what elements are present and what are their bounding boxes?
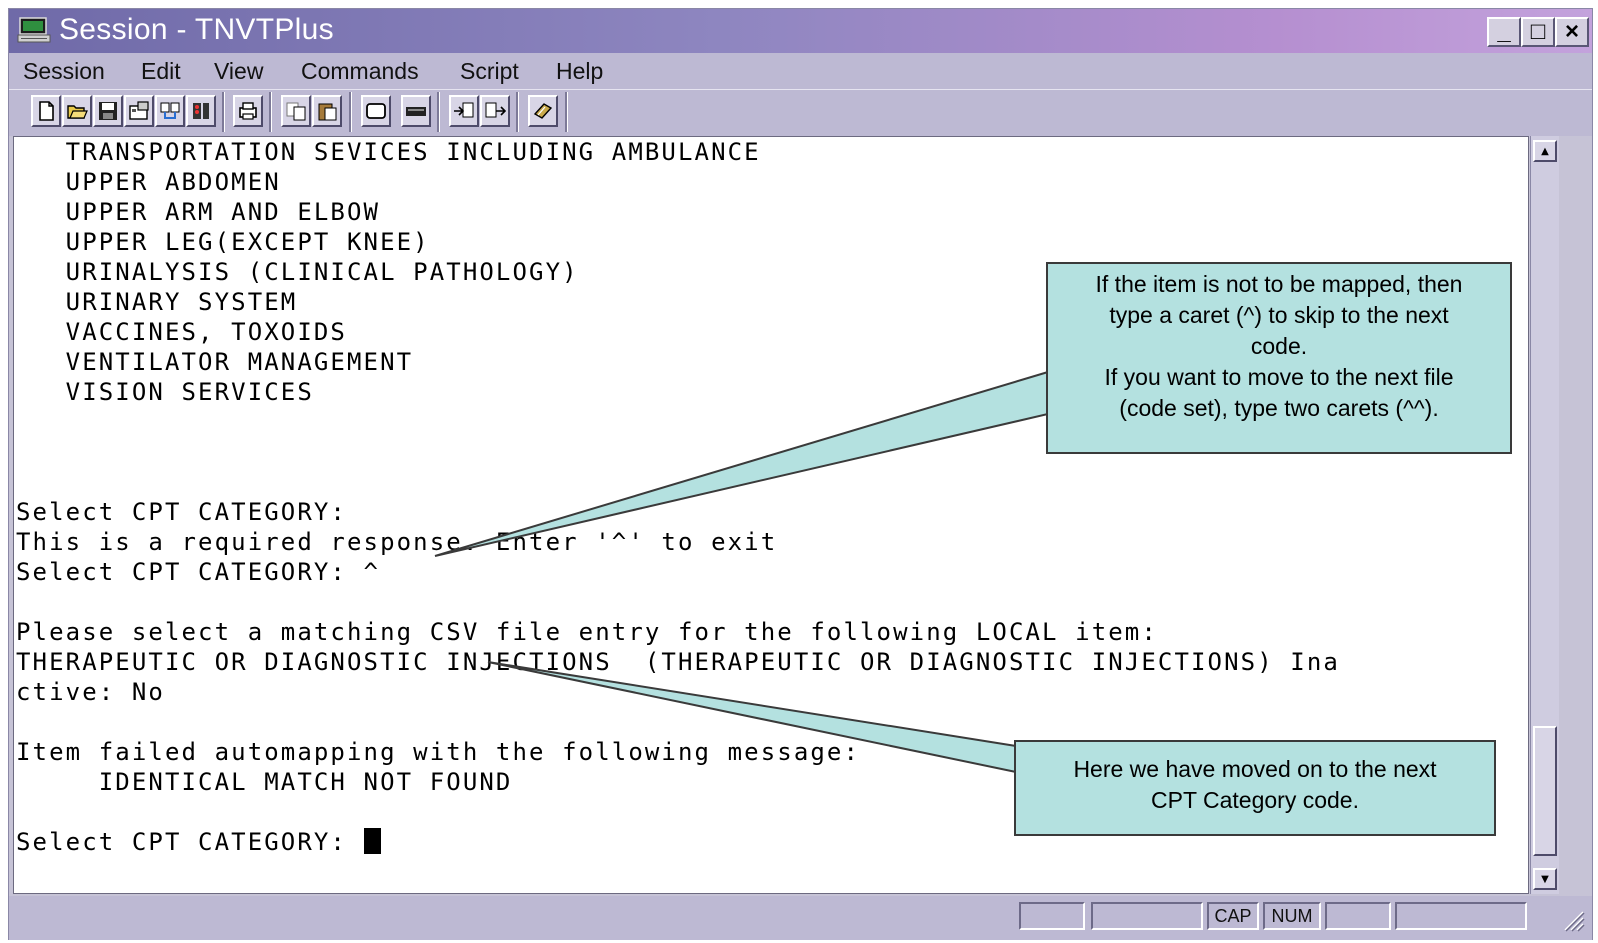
close-button[interactable]: × bbox=[1555, 17, 1589, 47]
status-pane-empty bbox=[1325, 902, 1391, 930]
toolbar-separator bbox=[349, 92, 352, 132]
scroll-down-arrow-icon[interactable]: ▼ bbox=[1533, 868, 1557, 890]
properties-icon[interactable] bbox=[124, 95, 154, 127]
open-icon[interactable] bbox=[62, 95, 92, 127]
scroll-up-arrow-icon[interactable]: ▲ bbox=[1533, 140, 1557, 162]
callout-line: If the item is not to be mapped, then bbox=[1095, 271, 1463, 297]
terminal-line: Please select a matching CSV file entry … bbox=[16, 618, 1158, 646]
receive-file-icon[interactable] bbox=[480, 95, 510, 127]
minimize-button[interactable]: _ bbox=[1487, 17, 1521, 47]
terminal-line: VENTILATOR MANAGEMENT bbox=[16, 348, 414, 376]
clear-screen-icon[interactable] bbox=[361, 95, 391, 127]
toolbar-separator bbox=[269, 92, 272, 132]
toolbar bbox=[9, 89, 1592, 136]
terminal-line: THERAPEUTIC OR DIAGNOSTIC INJECTIONS (TH… bbox=[16, 648, 1340, 676]
keyboard-icon[interactable] bbox=[401, 95, 431, 127]
status-pane-empty bbox=[1019, 902, 1085, 930]
terminal-line: ctive: No bbox=[16, 678, 165, 706]
menu-session[interactable]: Session bbox=[23, 58, 105, 85]
terminal-line: IDENTICAL MATCH NOT FOUND bbox=[16, 768, 513, 796]
scroll-thumb[interactable] bbox=[1533, 726, 1557, 856]
disconnect-icon[interactable] bbox=[186, 95, 216, 127]
status-pane-empty bbox=[1395, 902, 1527, 930]
callout-line: CPT Category code. bbox=[1151, 787, 1359, 813]
next-code-callout: Here we have moved on to the next CPT Ca… bbox=[1014, 740, 1496, 836]
callout-line: code. bbox=[1250, 333, 1308, 359]
terminal-line: Select CPT CATEGORY: bbox=[16, 498, 347, 526]
send-file-icon[interactable] bbox=[449, 95, 479, 127]
terminal-line: URINALYSIS (CLINICAL PATHOLOGY) bbox=[16, 258, 579, 286]
save-icon[interactable] bbox=[93, 95, 123, 127]
menu-script[interactable]: Script bbox=[460, 58, 519, 85]
terminal-line: Select CPT CATEGORY: ^ bbox=[16, 558, 381, 586]
terminal-app-icon bbox=[17, 17, 51, 43]
menu-help[interactable]: Help bbox=[556, 58, 603, 85]
caps-lock-indicator: CAP bbox=[1207, 902, 1259, 930]
terminal-line: UPPER LEG(EXCEPT KNEE) bbox=[16, 228, 430, 256]
terminal-line: VACCINES, TOXOIDS bbox=[16, 318, 347, 346]
status-pane-empty bbox=[1091, 902, 1203, 930]
print-icon[interactable] bbox=[233, 95, 263, 127]
callout-line: (code set), type two carets (^^). bbox=[1119, 395, 1439, 421]
copy-icon[interactable] bbox=[281, 95, 311, 127]
callout-line: If you want to move to the next file bbox=[1104, 364, 1454, 390]
new-session-icon[interactable] bbox=[31, 95, 61, 127]
terminal-line: URINARY SYSTEM bbox=[16, 288, 298, 316]
toolbar-separator bbox=[437, 92, 440, 132]
connect-icon[interactable] bbox=[155, 95, 185, 127]
menu-bar: Session Edit View Commands Script Help bbox=[9, 53, 1592, 89]
terminal-line: This is a required response. Enter '^' t… bbox=[16, 528, 778, 556]
num-lock-indicator: NUM bbox=[1263, 902, 1321, 930]
menu-commands[interactable]: Commands bbox=[301, 58, 419, 85]
prompt-text: Select CPT CATEGORY: bbox=[16, 828, 364, 856]
terminal-line: UPPER ARM AND ELBOW bbox=[16, 198, 381, 226]
terminal-line: Item failed automapping with the followi… bbox=[16, 738, 861, 766]
toolbar-separator bbox=[516, 92, 519, 132]
vertical-scrollbar[interactable]: ▲ ▼ bbox=[1530, 136, 1559, 894]
maximize-button[interactable]: □ bbox=[1521, 17, 1555, 47]
terminal-line: UPPER ABDOMEN bbox=[16, 168, 281, 196]
terminal-prompt-line[interactable]: Select CPT CATEGORY: bbox=[16, 827, 381, 857]
caret-help-callout: If the item is not to be mapped, then ty… bbox=[1046, 262, 1512, 454]
callout-line: type a caret (^) to skip to the next bbox=[1109, 302, 1449, 328]
toolbar-separator bbox=[565, 92, 568, 132]
paste-icon[interactable] bbox=[312, 95, 342, 127]
window-title: Session - TNVTPlus bbox=[59, 13, 334, 46]
menu-view[interactable]: View bbox=[214, 58, 263, 85]
toolbar-separator bbox=[222, 92, 225, 132]
script-icon[interactable] bbox=[528, 95, 558, 127]
title-bar[interactable]: Session - TNVTPlus _ □ × bbox=[9, 9, 1592, 53]
terminal-line: TRANSPORTATION SEVICES INCLUDING AMBULAN… bbox=[16, 138, 761, 166]
menu-edit[interactable]: Edit bbox=[141, 58, 181, 85]
callout-line: Here we have moved on to the next bbox=[1073, 756, 1437, 782]
resize-grip-icon[interactable] bbox=[1561, 908, 1585, 932]
text-cursor bbox=[363, 828, 381, 854]
status-bar: CAP NUM bbox=[9, 896, 1592, 940]
terminal-line: VISION SERVICES bbox=[16, 378, 314, 406]
